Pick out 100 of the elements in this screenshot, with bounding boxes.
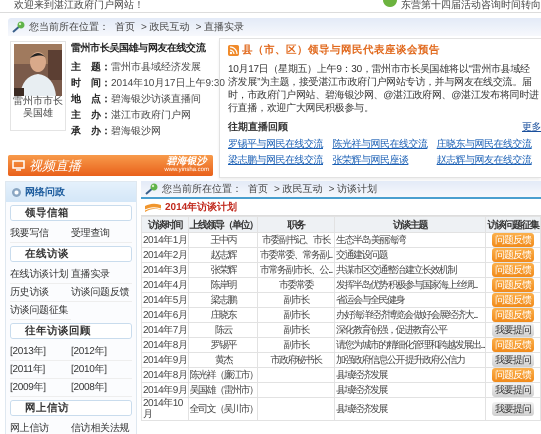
replay-link[interactable]: 罗锡平与网民在线交流: [228, 137, 323, 151]
ask-button[interactable]: 我要提问: [492, 402, 534, 416]
replay-link[interactable]: 陈光祥与网民在线交流: [332, 137, 428, 151]
table-cell: 副市长: [258, 322, 334, 338]
sidebar-link[interactable]: [2012年]: [71, 343, 132, 361]
table-cell: 黄杰: [188, 352, 258, 368]
emblem-icon: [383, 0, 397, 10]
replay-link[interactable]: 张荣辉与网民座谈: [332, 153, 408, 167]
bullet-icon: [12, 188, 21, 196]
sidebar-link[interactable]: [2010年]: [71, 361, 132, 379]
table-cell: 市委常委: [258, 278, 334, 292]
table-cell: 庄晓东: [188, 308, 258, 322]
table-cell: 市委常委、常务副...: [258, 248, 334, 262]
sidebar-link[interactable]: 信访相关法规: [71, 420, 132, 434]
ask-button[interactable]: 我要提问: [492, 353, 534, 367]
sidebar-link[interactable]: 历史访谈: [10, 284, 71, 302]
sidebar-link[interactable]: [2008年]: [71, 379, 132, 397]
section-heading: 往年访谈回顾: [10, 323, 132, 339]
sidebar-link[interactable]: [2009年]: [10, 379, 71, 397]
table-cell: 县域经济发展: [334, 368, 486, 382]
table-cell: 2014年5月: [142, 292, 189, 308]
breadcrumb-link[interactable]: > 访谈计划: [328, 182, 378, 196]
section-heading: 在线访谈: [10, 246, 132, 262]
table-cell: 共谋市区交通整治 建立长效机制: [334, 262, 486, 278]
table-cell: 发挥半岛优势 积极参与国家海上丝绸...: [334, 278, 486, 292]
table-cell: 陈光祥（廉江市）: [188, 368, 258, 382]
table-cell: 全司文（吴川市）: [188, 398, 258, 420]
table-cell: 深化教育创强，促进教育公平: [334, 322, 486, 338]
screen-icon: [12, 160, 25, 171]
table-cell: 罗锡平: [188, 338, 258, 352]
breadcrumb-link[interactable]: > 政民互动: [141, 20, 190, 34]
past-live-heading: 往期直播回顾: [228, 120, 288, 134]
table-cell: 陈云: [188, 322, 258, 338]
table-cell: 县域经济发展: [334, 382, 486, 398]
location-label: 您当前所在位置：: [29, 20, 109, 34]
sidebar-link[interactable]: 访谈问题征集: [10, 302, 71, 320]
table-cell: 陈岸明: [188, 278, 258, 292]
breadcrumb-link[interactable]: 首页: [248, 182, 268, 196]
ask-button[interactable]: 我要提问: [492, 323, 534, 337]
section-heading: 领导信箱: [10, 205, 132, 221]
detail-label: 承 办：: [71, 125, 111, 138]
table-cell: 副市长: [258, 308, 334, 322]
table-cell: 2014年3月: [142, 262, 189, 278]
table-cell: 2014年2月: [142, 248, 189, 262]
detail-value: 碧海银沙网: [111, 125, 161, 138]
location-label: 您当前所在位置：: [162, 182, 242, 196]
replay-link[interactable]: 庄晓东与网民在线交流: [436, 137, 532, 151]
brand-logo: 碧海银沙: [166, 156, 207, 166]
breadcrumb-link[interactable]: > 政民互动: [274, 182, 323, 196]
table-cell: 办好海洋经济博览会 做好会展经济大...: [334, 308, 486, 322]
detail-label: 地 点：: [71, 93, 111, 106]
sidebar-link[interactable]: 网上信访: [10, 420, 71, 434]
table-cell: 2014年8月: [142, 368, 189, 382]
table-cell: 生态半岛 美丽海湾: [334, 232, 486, 248]
table-cell: 王中丙: [188, 232, 258, 248]
table-cell: 请您为城市的精细化管理和跨越发展出...: [334, 338, 486, 352]
section-heading: 网上信访: [10, 400, 132, 416]
table-cell: 2014年8月: [142, 338, 189, 352]
sidebar-link[interactable]: 访谈问题反馈: [71, 284, 132, 302]
column-header: 访谈时间: [142, 216, 189, 232]
detail-label: 时 间：: [71, 77, 111, 90]
breadcrumb-link[interactable]: > 直播实录: [196, 20, 244, 34]
table-cell: 省运会与全民健身: [334, 292, 486, 308]
detail-label: 主 题：: [71, 61, 111, 74]
table-cell: 加强政府信息公开 提升政府公信力: [334, 352, 486, 368]
sidebar-link[interactable]: [2013年]: [10, 343, 71, 361]
detail-value: 湛江市政府门户网: [111, 109, 191, 122]
table-cell: 梁志鹏: [188, 292, 258, 308]
column-header: 职务: [258, 216, 334, 232]
ask-button[interactable]: 我要提问: [492, 383, 534, 397]
banner-title: 视频直播: [29, 156, 83, 174]
column-header: 上线领导（单位）: [188, 216, 258, 232]
column-header: 访谈问题征集: [486, 216, 540, 232]
table-cell: 张荣辉: [188, 262, 258, 278]
sidebar-link[interactable]: 在线访谈计划: [10, 266, 71, 284]
photo-caption: 吴国雄: [23, 108, 53, 120]
table-cell: 2014年6月: [142, 308, 189, 322]
table-cell: 吴国雄（雷州市）: [188, 382, 258, 398]
sidebar-link[interactable]: [2011年]: [10, 361, 71, 379]
replay-link[interactable]: 赵志辉与网友在线交流: [436, 153, 532, 167]
sidebar-link[interactable]: 受理查询: [71, 225, 132, 243]
table-cell: 市政府秘书长: [258, 352, 334, 368]
table-cell: 副市长: [258, 292, 334, 308]
sidebar-title: 网络问政: [25, 186, 65, 199]
table-cell: 县域经济发展: [334, 398, 486, 420]
replay-link[interactable]: 梁志鹏与网民在线交流: [228, 153, 323, 167]
table-cell: 市委副书记、市长: [258, 232, 334, 248]
detail-value: 2014年10月17日上午9:30: [111, 77, 225, 90]
preview-title: 县（市、区）领导与网民代表座谈会预告: [242, 43, 440, 57]
sidebar-link[interactable]: 我要写信: [10, 225, 71, 243]
interview-title: 雷州市长吴国雄与网友在线交流: [71, 41, 207, 55]
table-cell: 2014年4月: [142, 278, 189, 292]
more-link[interactable]: 更多: [522, 120, 541, 134]
table-cell: 赵志辉: [188, 248, 258, 262]
column-header: 访谈主题: [334, 216, 486, 232]
breadcrumb-link[interactable]: 首页: [115, 20, 135, 34]
detail-value: 雷州市县域经济发展: [111, 61, 201, 74]
sidebar-link[interactable]: 直播实录: [71, 266, 132, 284]
table-cell: 2014年9月: [142, 352, 189, 368]
table-cell: 2014年1月: [142, 232, 189, 248]
